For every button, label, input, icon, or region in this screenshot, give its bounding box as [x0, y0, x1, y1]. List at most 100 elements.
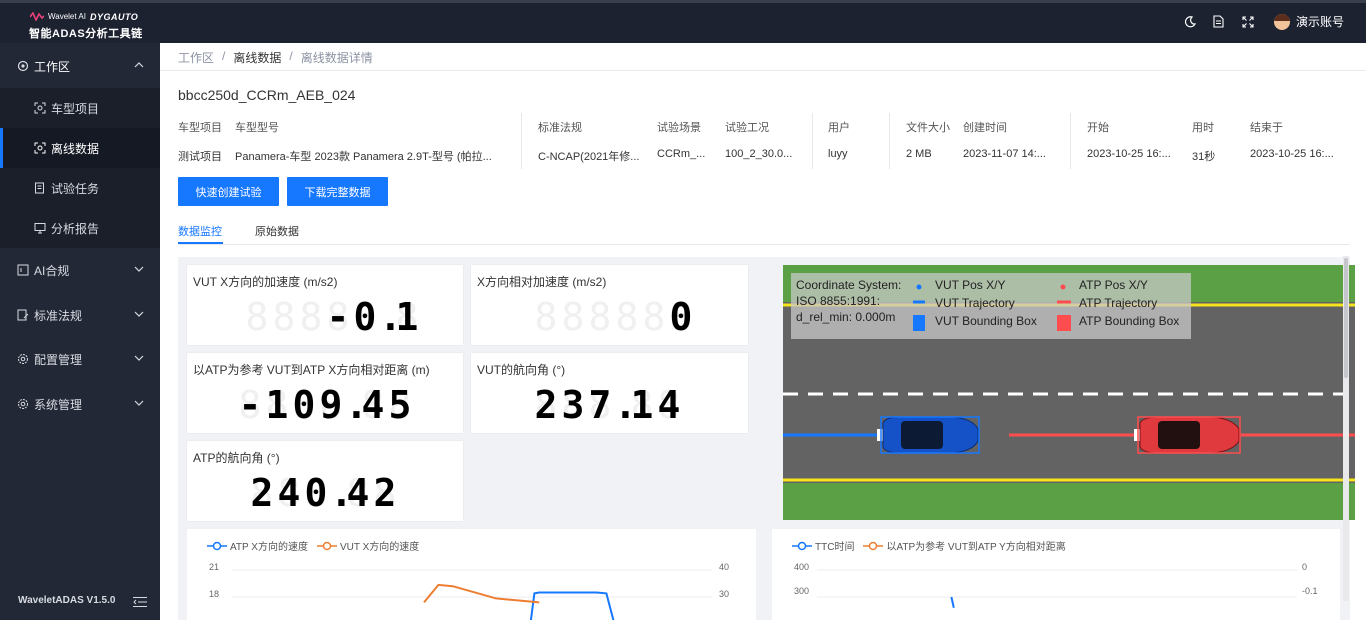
sidebar-item-test-task[interactable]: 试验任务 [0, 168, 160, 208]
digit-value: 1 [265, 383, 289, 427]
atp-car-icon [1134, 416, 1241, 454]
digit-value: 2 [250, 471, 274, 515]
sidebar-item-system[interactable]: 系统管理 [0, 384, 160, 424]
scrollbar-thumb[interactable] [1344, 258, 1348, 378]
quick-create-test-button[interactable]: 快速创建试验 [178, 177, 279, 206]
test-task-icon [34, 182, 46, 194]
avatar [1273, 13, 1290, 30]
theme-toggle-icon[interactable] [1183, 15, 1197, 29]
digit-value: 5 [388, 383, 412, 427]
plot-area [232, 569, 712, 620]
document-icon[interactable] [1212, 15, 1226, 29]
fullscreen-icon[interactable] [1241, 15, 1255, 29]
digit-cell: 8 [587, 298, 613, 336]
sidebar-item-car-project[interactable]: 车型项目 [0, 88, 160, 128]
sidebar-item-label: 分析报告 [51, 221, 100, 236]
metric-title: ATP的航向角 (°) [193, 451, 280, 465]
digit-cell: 8 [641, 298, 667, 336]
vut-pos-marker-icon [916, 284, 922, 290]
digit-cell: 84 [656, 386, 682, 424]
breadcrumb-offline-data[interactable]: 离线数据 [233, 49, 281, 65]
digit-value: - [326, 295, 350, 339]
value-created: 2023-11-07 14:... [963, 148, 1046, 160]
y-tick: 300 [794, 586, 810, 596]
metric-title: X方向相对加速度 (m/s2) [477, 275, 607, 289]
digit-cell: 89 [318, 386, 344, 424]
divider [889, 113, 890, 169]
logo: Wavelet AI DYGAUTO [30, 11, 138, 22]
y-tick: 21 [209, 562, 220, 572]
tab-data-monitor[interactable]: 数据监控 [178, 223, 222, 239]
metric-title: 以ATP为参考 VUT到ATP X方向相对距离 (m) [193, 363, 430, 377]
digit-value: 3 [561, 383, 585, 427]
user-menu[interactable]: 演示账号 [1273, 13, 1344, 30]
value-duration: 31秒 [1192, 151, 1216, 163]
workspace-icon [17, 60, 29, 72]
atp-bbox-icon [1057, 315, 1071, 331]
chevron-down-icon [134, 355, 144, 361]
value-user: luyy [828, 148, 848, 160]
divider [160, 70, 1366, 71]
offline-data-icon [34, 142, 46, 154]
sidebar-item-config[interactable]: 配置管理 [0, 339, 160, 379]
metric-card-vut-heading: VUT的航向角 (°) 828387.8184 [471, 353, 748, 433]
top-bar: Wavelet AI DYGAUTO 智能ADAS分析工具链 演示账号 [0, 0, 1366, 43]
value-file-size: 2 MB [906, 148, 932, 160]
sidebar: 工作区 车型项目 离线数据 试验任务 分析报告 AI合规 标准法规 配置管理 系… [0, 43, 160, 620]
car-project-icon [34, 102, 46, 114]
report-icon [34, 222, 46, 234]
collapse-menu-icon[interactable] [133, 596, 147, 608]
digit-value: 4 [277, 471, 301, 515]
sidebar-item-regulation[interactable]: 标准法规 [0, 295, 160, 335]
chevron-up-icon [134, 62, 144, 68]
digit-ghost: 8 [299, 295, 323, 339]
header-regulation: 标准法规 [538, 122, 582, 134]
digital-display: 8-818089.8485 [237, 385, 414, 425]
digital-display: 828387.8184 [533, 385, 683, 425]
breadcrumb: 工作区 / 离线数据 / 离线数据详情 [178, 49, 373, 65]
header-file-size: 文件大小 [906, 122, 950, 134]
y-tick: 18 [209, 589, 220, 599]
digit-cell: 8 [298, 295, 324, 339]
legend-label: TTC时间 [815, 542, 855, 553]
header-model: 车型型号 [235, 122, 279, 134]
download-data-button[interactable]: 下载完整数据 [287, 177, 388, 206]
chevron-down-icon [134, 266, 144, 272]
sidebar-item-offline-data[interactable]: 离线数据 [0, 128, 160, 168]
y-tick: 0 [1302, 562, 1308, 572]
wavelet-logo-icon [30, 12, 44, 21]
metric-card-rel-accel: X方向相对加速度 (m/s2) 8888880 [471, 265, 748, 345]
sidebar-item-workspace[interactable]: 工作区 [0, 46, 160, 86]
digit-cell: 82 [249, 471, 275, 515]
sidebar-item-label: 试验任务 [51, 181, 100, 196]
speed-chart[interactable]: ATP X方向的速度 VUT X方向的速度 21 18 40 30 [187, 529, 756, 620]
legend-vut-pos: VUT Pos X/Y [935, 278, 1006, 292]
tab-raw-data[interactable]: 原始数据 [255, 223, 299, 239]
digit-cell: . [345, 386, 368, 424]
digit-ghost: 8 [272, 295, 296, 339]
header-start: 开始 [1087, 122, 1109, 134]
digital-display: 828480.8482 [249, 473, 399, 513]
digit-ghost: 8 [534, 295, 558, 339]
digit-value: 4 [346, 471, 370, 515]
vut-trajectory-line-icon [913, 300, 925, 304]
sidebar-item-report[interactable]: 分析报告 [0, 208, 160, 248]
sidebar-item-label: AI合规 [34, 263, 70, 278]
breadcrumb-workspace[interactable]: 工作区 [178, 49, 214, 65]
value-scenario: CCRm_... [657, 148, 706, 160]
chevron-down-icon [134, 400, 144, 406]
monitor-panel: VUT X方向的加速度 (m/s2) 8888-80.81 X方向相对加速度 (… [178, 257, 1355, 620]
scene-view[interactable]: Coordinate System: ISO 8855:1991: d_rel_… [783, 265, 1355, 520]
value-end: 2023-10-25 16:... [1250, 148, 1334, 160]
sidebar-item-ai-compliance[interactable]: AI合规 [0, 250, 160, 290]
header-created: 创建时间 [963, 122, 1007, 134]
digital-display: 8888-80.81 [244, 297, 421, 337]
digit-cell: 82 [372, 474, 398, 512]
atp-trajectory-line-icon [1057, 300, 1071, 304]
digit-value: 1 [630, 383, 654, 427]
digit-cell: 8 [560, 298, 586, 336]
series-line-1 [423, 583, 540, 604]
chart-legend: ATP X方向的速度 VUT X方向的速度 [207, 538, 419, 553]
ttc-chart[interactable]: TTC时间 以ATP为参考 VUT到ATP Y方向相对距离 400 300 0 … [772, 529, 1340, 620]
metric-title: VUT X方向的加速度 (m/s2) [193, 275, 338, 289]
